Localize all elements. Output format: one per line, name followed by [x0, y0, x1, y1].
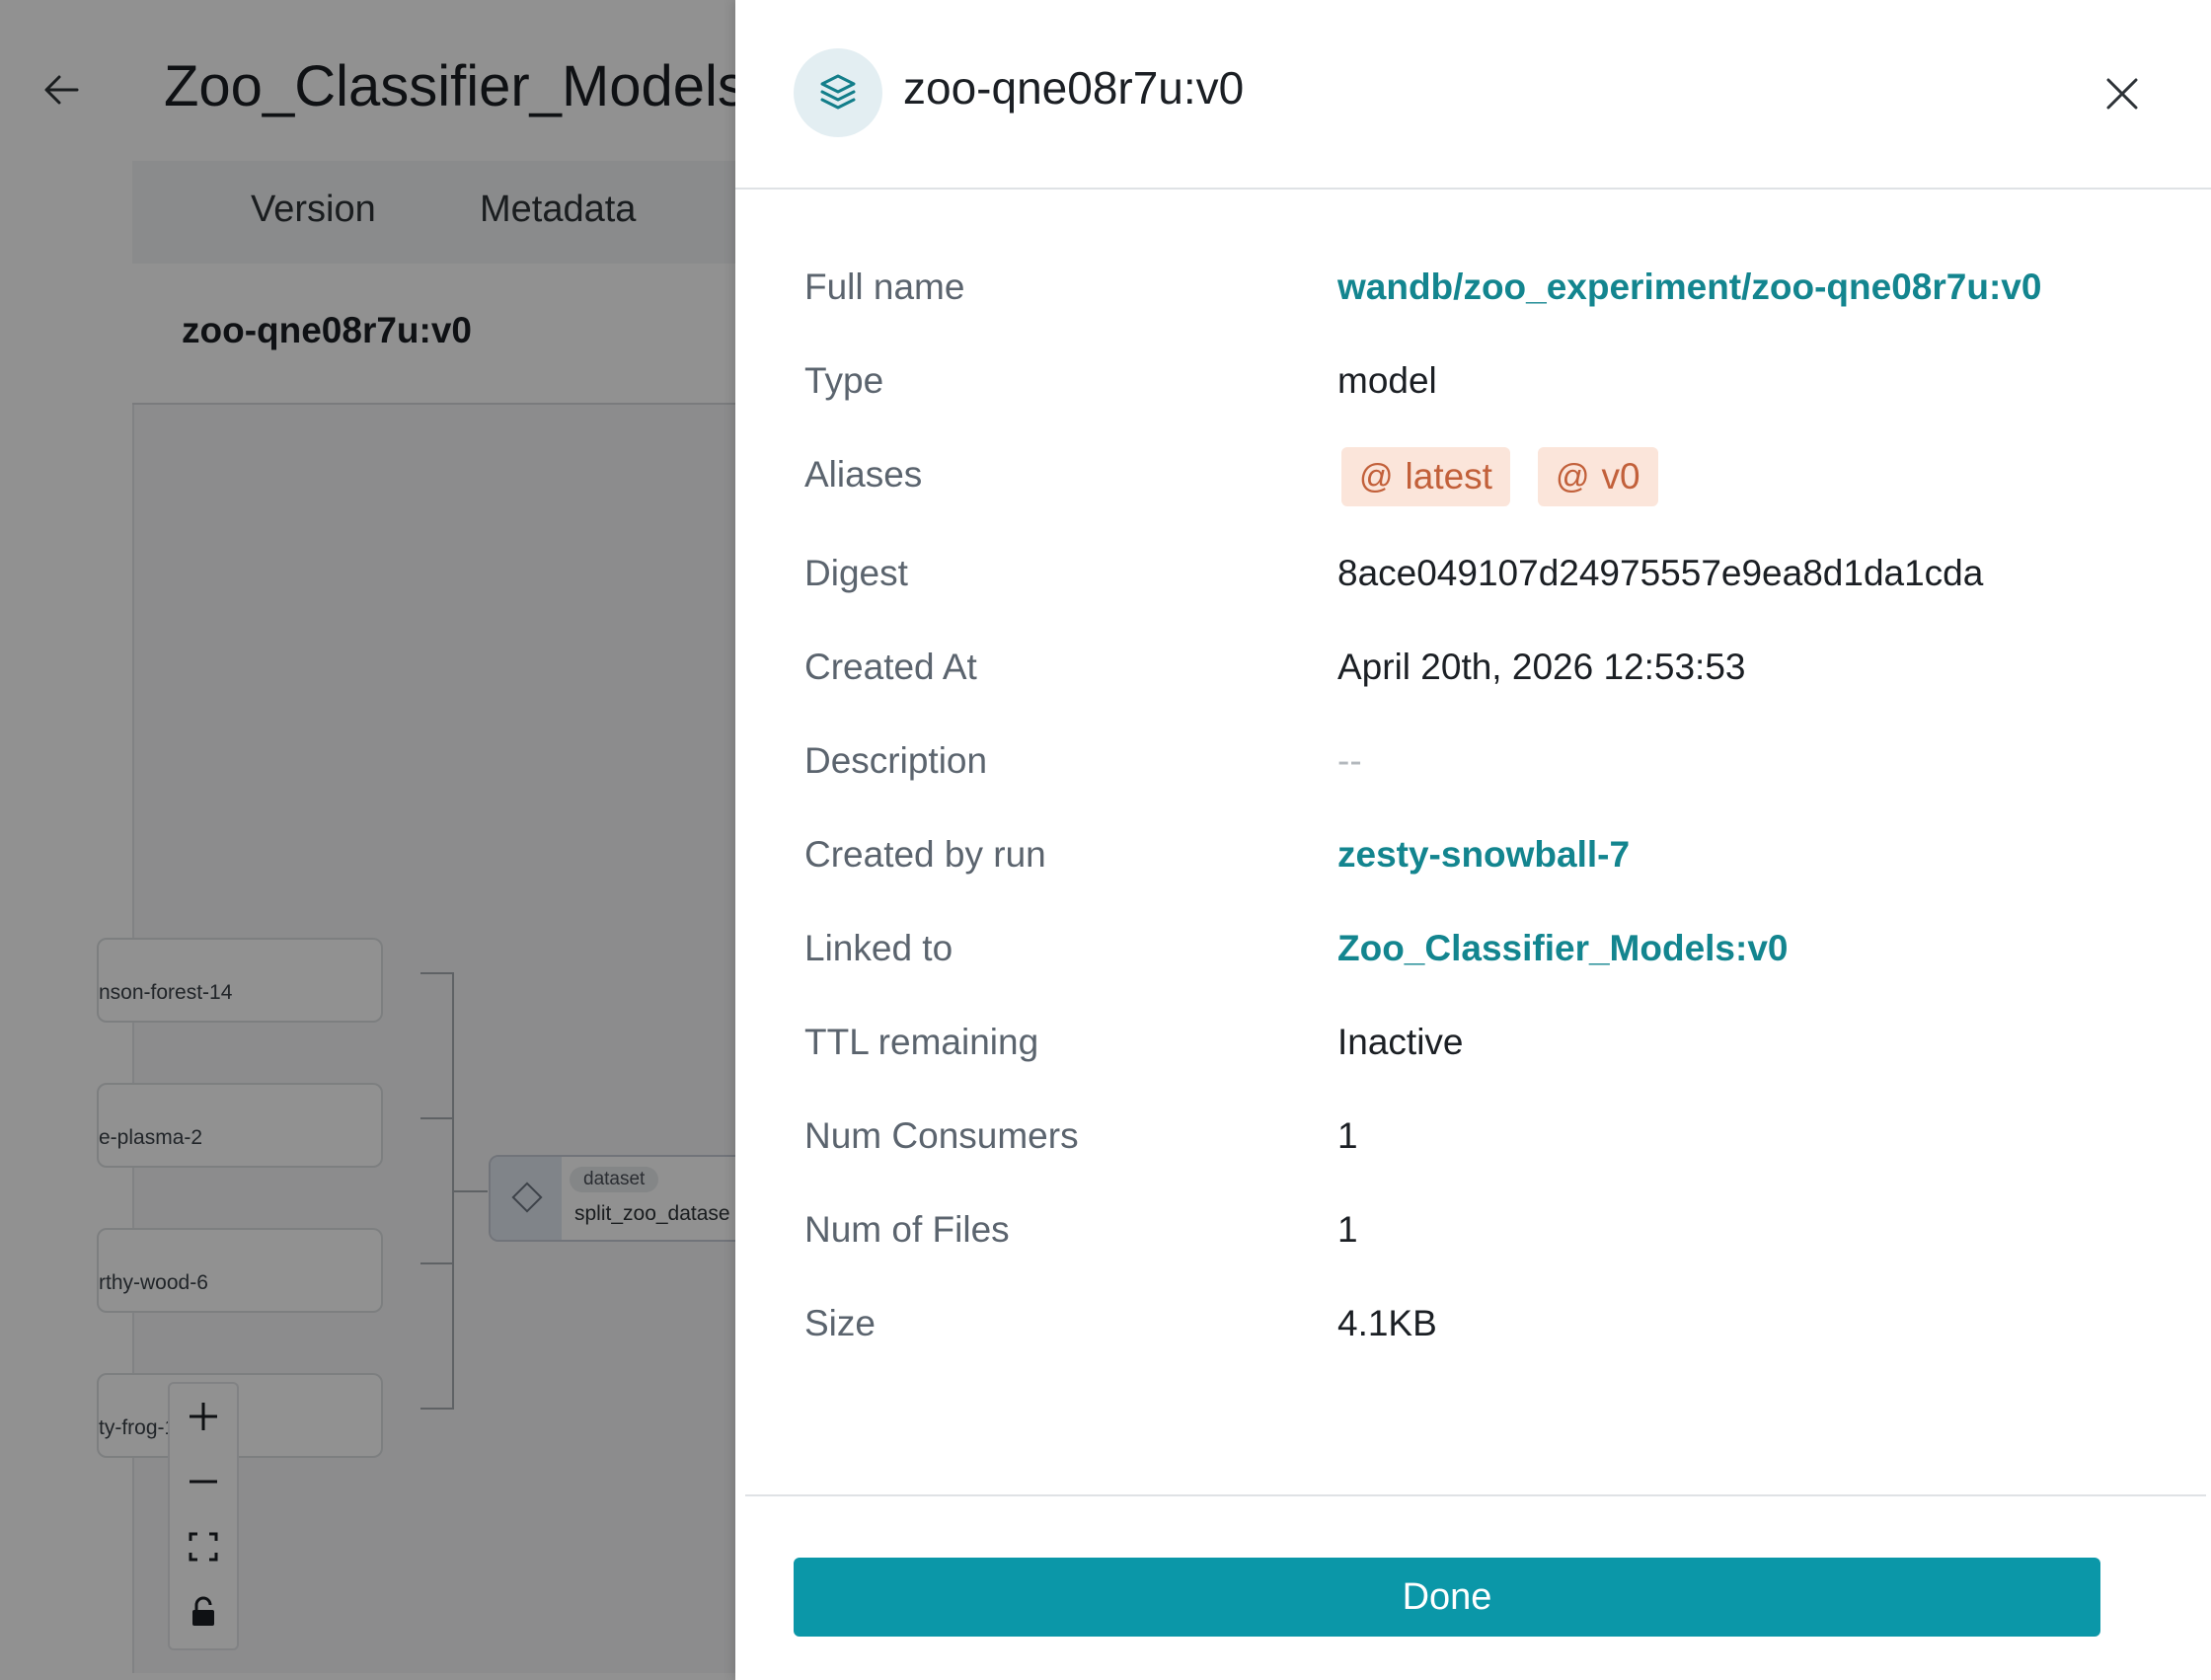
description-label: Description — [804, 740, 988, 781]
num-files-value: 1 — [1337, 1209, 1358, 1250]
created-by-run-label: Created by run — [804, 834, 1046, 875]
alias-chip-v0[interactable]: @ v0 — [1538, 447, 1658, 506]
ttl-remaining-value: Inactive — [1337, 1022, 1464, 1062]
close-icon — [2106, 78, 2138, 110]
num-files-label: Num of Files — [804, 1209, 1010, 1250]
close-button[interactable] — [2097, 69, 2147, 118]
num-consumers-label: Num Consumers — [804, 1115, 1079, 1156]
at-sign-icon: @ — [1556, 457, 1590, 496]
artifact-details-drawer: zoo-qne08r7u:v0 Full name wandb/zoo_expe… — [735, 0, 2211, 1680]
full-name-link[interactable]: wandb/zoo_experiment/zoo-qne08r7u:v0 — [1337, 267, 2041, 308]
ttl-remaining-label: TTL remaining — [804, 1022, 1039, 1062]
created-by-run-link[interactable]: zesty-snowball-7 — [1337, 834, 1630, 876]
size-label: Size — [804, 1303, 876, 1343]
footer-divider — [745, 1494, 2206, 1496]
artifact-icon-badge — [794, 48, 882, 137]
drawer-header: zoo-qne08r7u:v0 — [735, 0, 2211, 190]
drawer-title: zoo-qne08r7u:v0 — [903, 62, 1245, 114]
created-at-value: April 20th, 2026 12:53:53 — [1337, 647, 1746, 687]
type-value: model — [1337, 360, 1437, 401]
done-button[interactable]: Done — [794, 1558, 2100, 1637]
alias-chip-latest[interactable]: @ latest — [1341, 447, 1510, 506]
size-value: 4.1KB — [1337, 1303, 1437, 1343]
linked-to-label: Linked to — [804, 928, 953, 968]
created-at-label: Created At — [804, 647, 977, 687]
alias-chip-label: v0 — [1601, 456, 1640, 496]
num-consumers-value: 1 — [1337, 1115, 1358, 1156]
digest-label: Digest — [804, 553, 908, 593]
full-name-label: Full name — [804, 267, 965, 307]
type-label: Type — [804, 360, 884, 401]
modal-overlay[interactable] — [0, 0, 735, 1680]
description-value: -- — [1337, 740, 1362, 781]
alias-chip-label: latest — [1405, 456, 1492, 496]
linked-to-link[interactable]: Zoo_Classifier_Models:v0 — [1337, 928, 1788, 969]
at-sign-icon: @ — [1359, 457, 1394, 496]
layers-icon — [820, 74, 856, 110]
aliases-label: Aliases — [804, 454, 923, 495]
digest-value: 8ace049107d24975557e9ea8d1da1cda — [1337, 553, 1984, 593]
